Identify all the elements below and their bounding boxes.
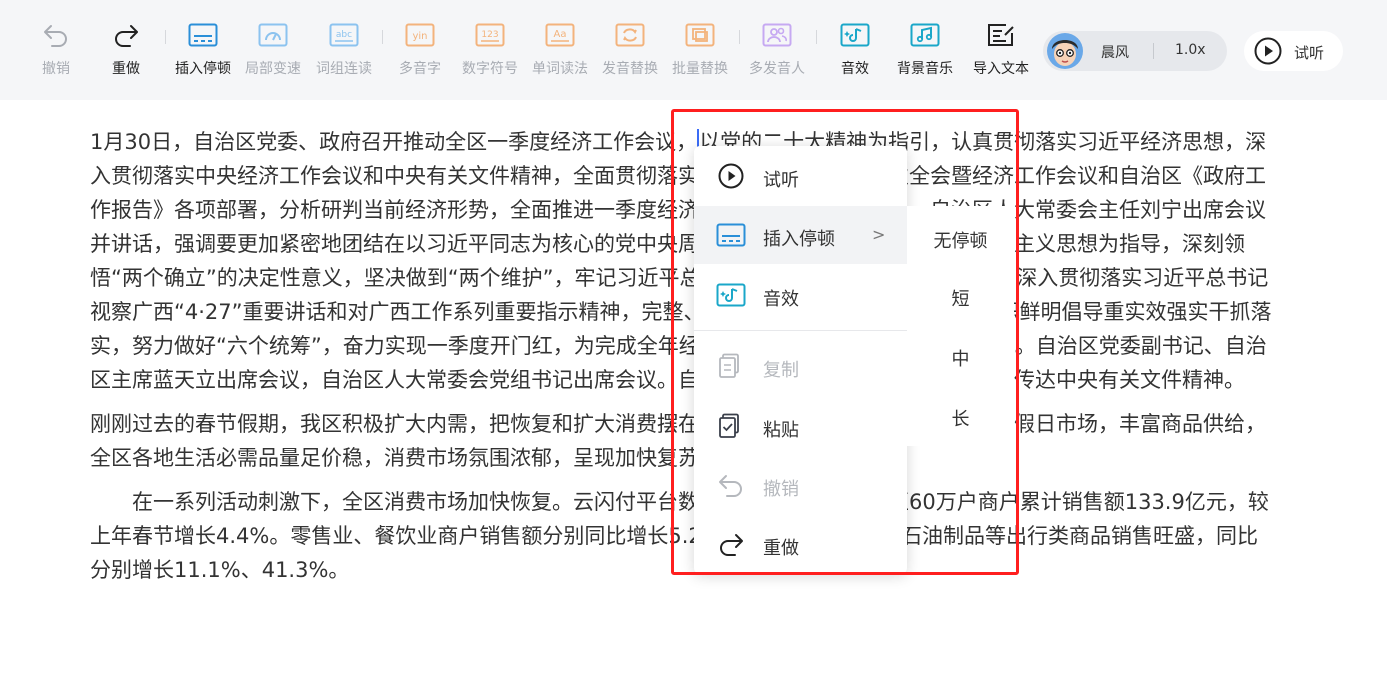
multi-speaker-button[interactable]: 多发音人: [749, 22, 805, 86]
local-speed-button[interactable]: 局部变速: [245, 22, 301, 86]
paragraph-text: 以党的二十大精神为指引，认真贯彻落实习近平经济思想，深入贯彻落实中央经济工作会议…: [90, 130, 1272, 392]
multi-speaker-icon: [762, 22, 792, 48]
import-text-icon: [986, 22, 1016, 48]
pronunciation-replace-icon: [615, 22, 645, 48]
redo-icon: [716, 531, 746, 557]
menu-divider: [694, 330, 907, 331]
menu-item-sound-effect[interactable]: 音效: [694, 266, 907, 324]
phrase-link-button[interactable]: abc 词组连读: [316, 22, 372, 86]
submenu-item-medium[interactable]: 中: [907, 330, 1014, 390]
submenu-item-long[interactable]: 长: [907, 390, 1014, 450]
word-reading-button[interactable]: Aa 单词读法: [532, 22, 588, 86]
voice-name: 晨风: [1101, 45, 1129, 61]
submenu-item-no-pause[interactable]: 无停顿: [907, 212, 1014, 272]
batch-replace-button[interactable]: 批量替换: [672, 22, 728, 86]
svg-text:abc: abc: [336, 30, 352, 40]
phrase-link-icon: abc: [329, 22, 359, 48]
local-speed-icon: [258, 22, 288, 48]
toolbar-divider: [816, 30, 817, 44]
paragraph[interactable]: 在一系列活动刺激下，全区消费市场加快恢复。云闪付平台数据显示，春节期间全区60万…: [90, 485, 1275, 587]
number-symbol-button[interactable]: 123 数字符号: [462, 22, 518, 86]
paragraph[interactable]: 刚刚过去的春节假期，我区积极扩大内需，把恢复和扩大消费摆在优先位置，全力激活节日…: [90, 407, 1275, 475]
listen-label: 试听: [1294, 44, 1325, 62]
sound-effect-icon: [716, 282, 746, 308]
play-icon: [1254, 37, 1282, 69]
insert-pause-icon: [188, 22, 218, 48]
menu-item-paste[interactable]: 粘贴: [694, 397, 907, 455]
undo-button[interactable]: 撤销: [41, 22, 71, 86]
number-symbol-icon: 123: [475, 22, 505, 48]
paste-icon: [716, 413, 746, 439]
batch-replace-icon: [685, 22, 715, 48]
menu-item-redo[interactable]: 重做: [694, 515, 907, 573]
redo-icon: [111, 22, 141, 48]
word-reading-icon: Aa: [545, 22, 575, 48]
insert-pause-button[interactable]: 插入停顿: [175, 22, 231, 86]
undo-icon: [41, 22, 71, 48]
background-music-button[interactable]: 背景音乐: [897, 22, 953, 86]
toolbar-divider: [165, 30, 166, 44]
chevron-right-icon: >: [872, 225, 886, 244]
polyphone-icon: yin: [405, 22, 435, 48]
pronunciation-replace-button[interactable]: 发音替换: [602, 22, 658, 86]
copy-icon: [716, 353, 746, 379]
toolbar-divider: [739, 30, 740, 44]
import-text-button[interactable]: 导入文本: [973, 22, 1029, 86]
paragraph-text: 刚刚过去的春节假期，我区积极扩大内需，把恢复和扩大消费摆在优先位置，全力激活节日…: [90, 412, 1266, 470]
menu-item-undo[interactable]: 撤销: [694, 456, 907, 514]
svg-text:yin: yin: [412, 31, 427, 42]
svg-text:Aa: Aa: [554, 29, 567, 40]
paragraph-text: 在一系列活动刺激下，全区消费市场加快恢复。云闪付平台数据显示，春节期间全区60万…: [90, 490, 1269, 582]
play-icon: [716, 163, 746, 189]
context-menu: 试听 插入停顿 > 音效 复制 粘贴 撤销 重做: [694, 146, 907, 574]
submenu-item-short[interactable]: 短: [907, 270, 1014, 330]
toolbar: 撤销 重做 插入停顿 局部变速 abc 词组连读 yin 多音字 123 数字符…: [0, 0, 1387, 100]
menu-item-copy[interactable]: 复制: [694, 337, 907, 395]
voice-divider: [1153, 43, 1154, 59]
listen-button[interactable]: 试听: [1244, 31, 1343, 71]
pause-submenu: 无停顿 短 中 长: [907, 206, 1014, 446]
toolbar-divider: [382, 30, 383, 44]
undo-icon: [716, 472, 746, 498]
paragraph-text: 1月30日，自治区党委、政府召开推动全区一季度经济工作会议，: [90, 130, 698, 154]
paragraph[interactable]: 1月30日，自治区党委、政府召开推动全区一季度经济工作会议，以党的二十大精神为指…: [90, 125, 1275, 397]
document-editor[interactable]: 1月30日，自治区党委、政府召开推动全区一季度经济工作会议，以党的二十大精神为指…: [90, 125, 1275, 597]
avatar: [1047, 33, 1083, 69]
polyphone-button[interactable]: yin 多音字: [399, 22, 441, 86]
menu-item-listen[interactable]: 试听: [694, 147, 907, 205]
voice-speed[interactable]: 1.0x: [1175, 42, 1206, 58]
voice-selector[interactable]: 晨风 1.0x: [1043, 31, 1227, 71]
sound-effect-button[interactable]: 音效: [840, 22, 870, 86]
sound-effect-icon: [840, 22, 870, 48]
redo-button[interactable]: 重做: [111, 22, 141, 86]
menu-item-insert-pause[interactable]: 插入停顿 >: [694, 206, 907, 264]
svg-text:123: 123: [481, 30, 498, 40]
background-music-icon: [910, 22, 940, 48]
insert-pause-icon: [716, 222, 746, 248]
